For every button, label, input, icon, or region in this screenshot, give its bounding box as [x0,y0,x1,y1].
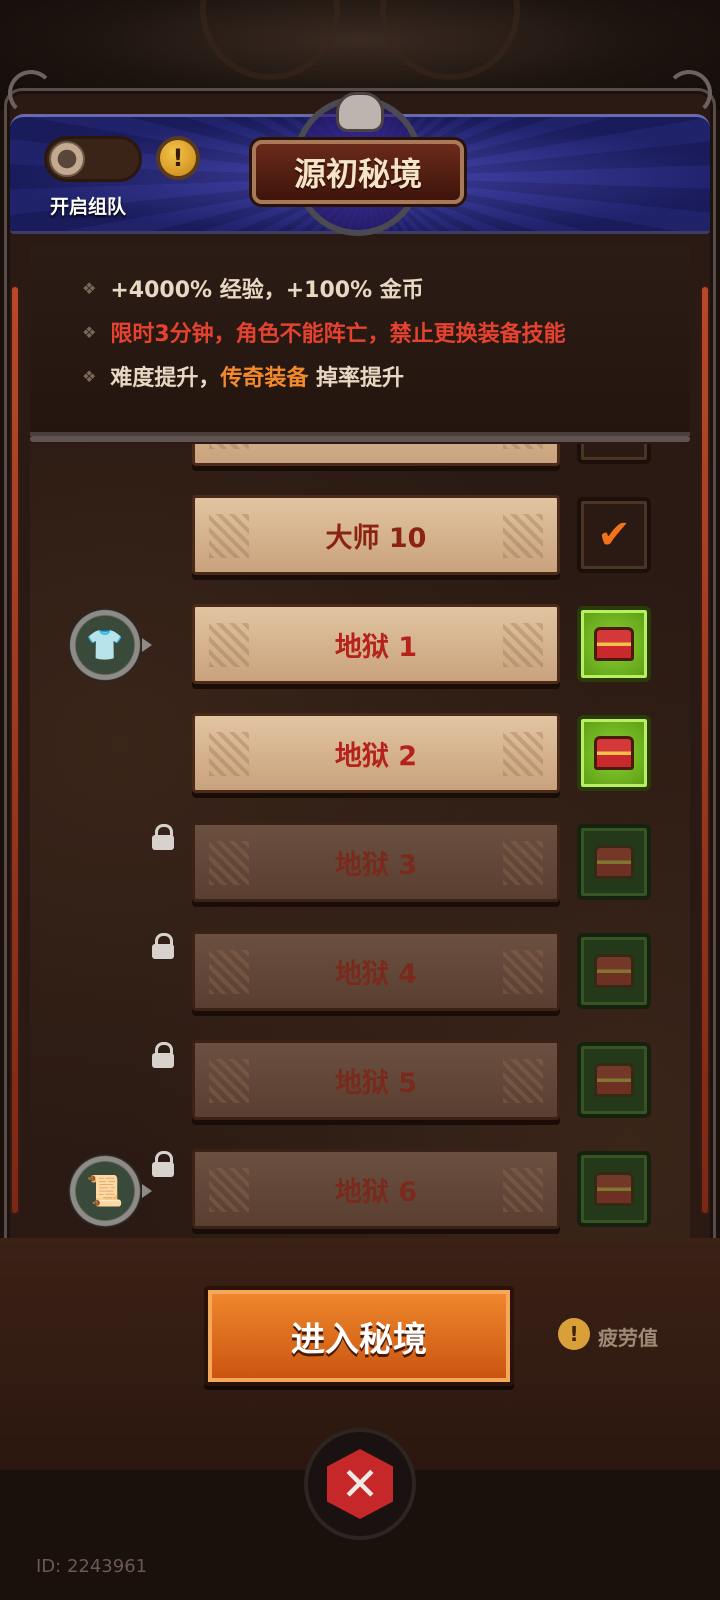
lock-icon [152,933,174,959]
chest-icon [594,627,634,661]
team-toggle[interactable] [44,136,142,182]
difficulty-label: 地狱 4 [334,958,418,990]
scroll-icon: 📜 [86,1173,124,1209]
enter-dungeon-button[interactable]: 进入秘境 [204,1286,514,1386]
fatigue-info-icon[interactable]: ! [558,1318,590,1350]
page-title-plate: 源初秘境 [252,140,464,204]
bullet-icon: ❖ [82,322,97,342]
chest-icon [594,1063,634,1097]
reward-chest-slot[interactable] [577,444,651,464]
toggle-knob[interactable] [49,141,85,177]
frame-corner-ornament [8,70,54,116]
lock-icon [152,824,174,850]
lock-icon [152,1151,174,1177]
difficulty-row[interactable]: 地狱 2 [192,713,560,793]
info-icon[interactable]: ! [156,136,200,180]
info-text: 限时3分钟，角色不能阵亡，禁止更换装备技能 [110,322,566,347]
reward-chest-box[interactable] [577,715,651,791]
skull-icon [336,92,384,132]
reward-chest-box-locked[interactable] [577,933,651,1009]
info-line-rules: ❖ 限时3分钟，角色不能阵亡，禁止更换装备技能 [82,316,566,348]
user-id: ID: 2243961 [36,1556,148,1577]
difficulty-label: 地狱 1 [334,631,418,663]
info-text: 难度提升， [110,366,221,391]
difficulty-row-locked[interactable]: 地狱 4 [192,931,560,1011]
reward-chest-box[interactable] [577,606,651,682]
difficulty-row[interactable]: 大师 10 [192,495,560,575]
section-divider [30,436,690,442]
difficulty-row-locked[interactable]: 地狱 6 [192,1149,560,1229]
reward-chest-box-locked[interactable] [577,824,651,900]
info-line-difficulty: ❖ 难度提升， 传奇装备 掉率提升 [82,360,404,392]
chest-icon [594,954,634,988]
armor-reward-icon[interactable]: 👕 [68,608,152,682]
difficulty-row-locked[interactable]: 地狱 5 [192,1040,560,1120]
right-frame-bar [700,285,710,1215]
bullet-icon: ❖ [82,278,97,298]
crossed-swords-emblem[interactable]: ✕ [304,1428,416,1540]
fatigue-symbol: ! [569,1322,579,1346]
team-toggle-label: 开启组队 [50,196,127,218]
crossed-swords-icon: ✕ [327,1449,393,1519]
page-title: 源初秘境 [293,155,422,193]
difficulty-list[interactable]: 大师 10 ✔ 👕 地狱 1 地狱 2 地狱 3 地狱 4 地狱 5 📜 地狱 … [30,444,690,1244]
difficulty-row[interactable] [192,444,560,466]
info-symbol: ! [172,144,184,172]
bullet-icon: ❖ [82,366,97,386]
scroll-reward-icon[interactable]: 📜 [68,1154,152,1228]
armor-icon: 👕 [86,627,124,663]
info-text-highlight: 传奇装备 [220,366,309,391]
difficulty-label: 地狱 2 [334,740,418,772]
reward-claimed-box[interactable]: ✔ [577,497,651,573]
chest-icon [594,1172,634,1206]
reward-chest-box-locked[interactable] [577,1151,651,1227]
difficulty-row-locked[interactable]: 地狱 3 [192,822,560,902]
difficulty-label: 地狱 6 [334,1176,418,1208]
chest-icon [594,736,634,770]
difficulty-label: 大师 10 [325,522,427,554]
difficulty-label: 地狱 3 [334,849,418,881]
difficulty-label: 地狱 5 [334,1067,418,1099]
info-text: +4000% 经验，+100% 金币 [110,278,424,303]
checkmark-icon: ✔ [597,512,631,558]
left-frame-bar [10,285,20,1215]
chest-icon [594,845,634,879]
reward-chest-box-locked[interactable] [577,1042,651,1118]
info-line-rewards: ❖ +4000% 经验，+100% 金币 [82,272,424,304]
enter-dungeon-label: 进入秘境 [291,1319,427,1360]
fatigue-label[interactable]: 疲劳值 [598,1322,658,1351]
frame-corner-ornament [666,70,712,116]
info-text: 掉率提升 [308,366,405,391]
difficulty-row[interactable]: 地狱 1 [192,604,560,684]
lock-icon [152,1042,174,1068]
